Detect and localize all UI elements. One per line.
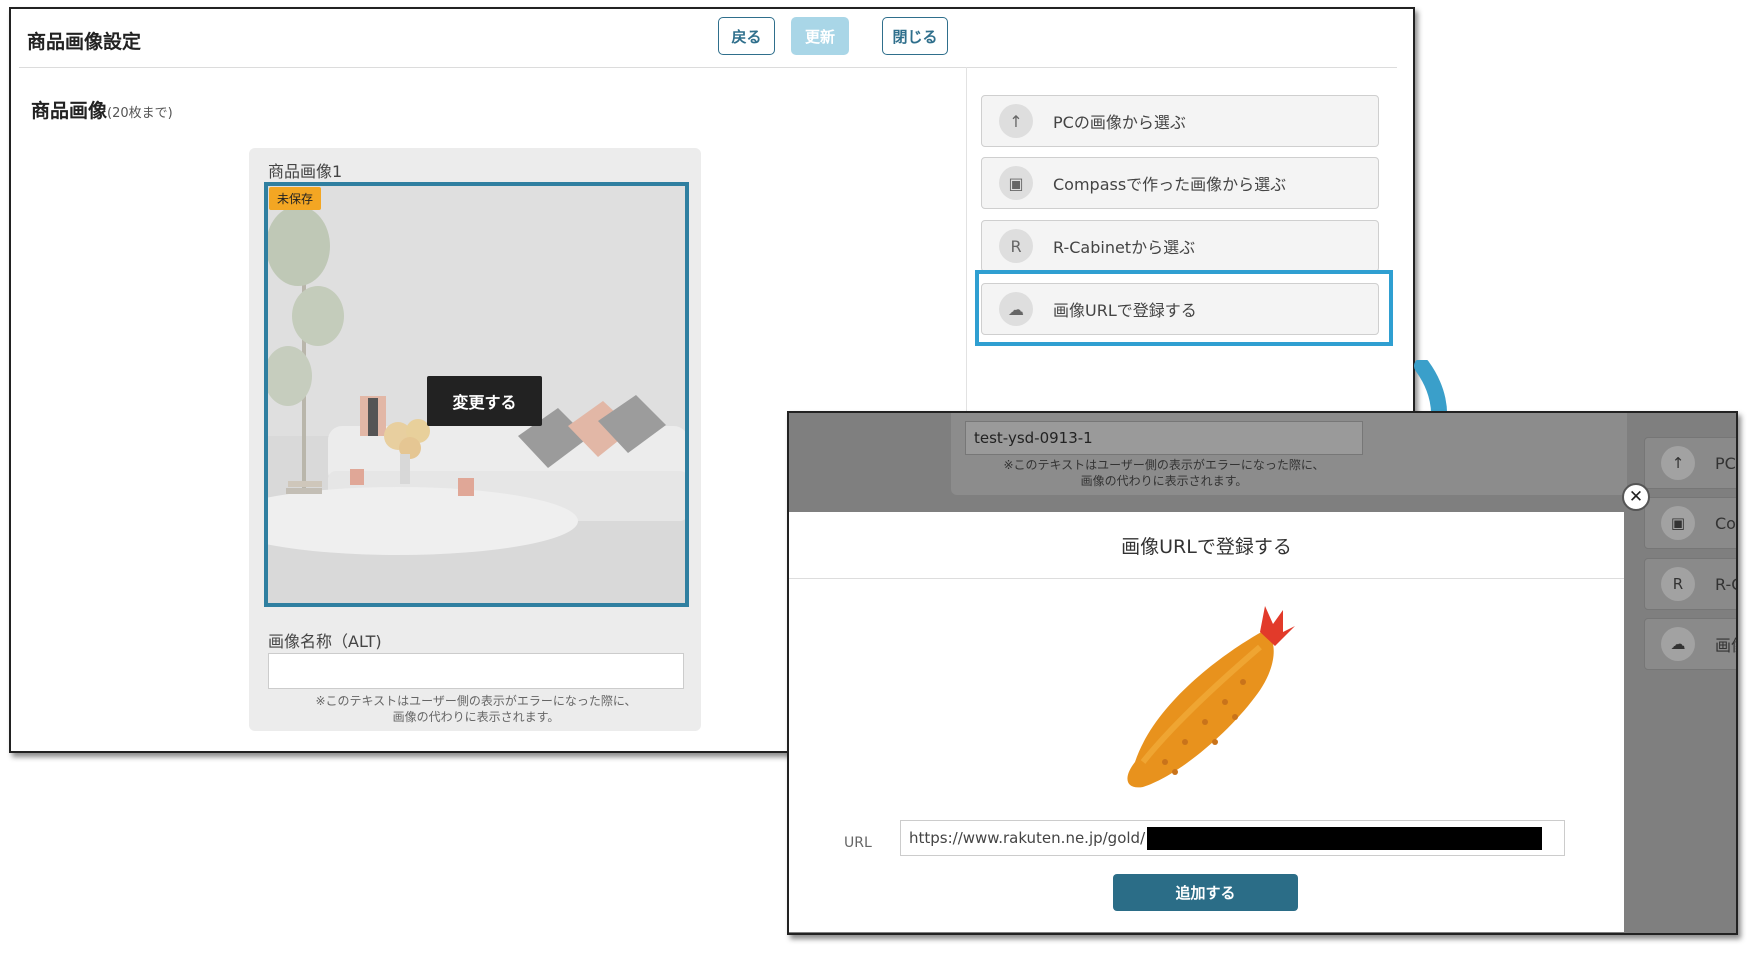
option-compass-image[interactable]: ▣ Compassで作った画像から選ぶ xyxy=(981,157,1379,209)
cloud-icon: ☁ xyxy=(1661,627,1695,661)
change-image-button[interactable]: 変更する xyxy=(427,376,542,426)
url-dialog: 画像URLで登録する URL https://www.rakuten.ne.jp… xyxy=(789,512,1624,932)
r-letter-icon: R xyxy=(999,229,1033,263)
background-option-r-cabinet: R R-C xyxy=(1644,558,1736,610)
background-note-line2: 画像の代わりに表示されます。 xyxy=(1080,474,1248,488)
image-icon: ▣ xyxy=(999,166,1033,200)
section-title-text: 商品画像 xyxy=(31,100,108,122)
image-icon: ▣ xyxy=(1661,506,1695,540)
option-label: R-Cabinetから選ぶ xyxy=(1053,238,1196,257)
image-card-label: 商品画像1 xyxy=(268,162,343,181)
url-register-screenshot: test-ysd-0913-1 ※このテキストはユーザー側の表示がエラーになった… xyxy=(787,411,1738,935)
page-title: 商品画像設定 xyxy=(27,31,142,53)
unsaved-badge: 未保存 xyxy=(269,187,322,210)
background-option-label: PC xyxy=(1715,453,1736,473)
url-value: https://www.rakuten.ne.jp/gold/ xyxy=(909,829,1146,847)
background-option-url: ☁ 画像 xyxy=(1644,618,1736,670)
alt-input[interactable] xyxy=(268,653,684,689)
background-alt-input: test-ysd-0913-1 xyxy=(965,421,1363,455)
background-alt-note: ※このテキストはユーザー側の表示がエラーになった際に、 画像の代わりに表示されま… xyxy=(965,457,1363,489)
url-input[interactable]: https://www.rakuten.ne.jp/gold/ xyxy=(900,820,1565,856)
redacted-block xyxy=(1147,826,1543,850)
alt-note-line2: 画像の代わりに表示されます。 xyxy=(392,710,560,724)
r-letter-icon: R xyxy=(1661,567,1695,601)
background-option-compass: ▣ Co xyxy=(1644,497,1736,549)
background-option-pc: ↑ PC xyxy=(1644,437,1736,489)
option-label: Compassで作った画像から選ぶ xyxy=(1053,175,1287,194)
option-highlight-box xyxy=(975,270,1393,346)
background-option-label: 画像 xyxy=(1715,636,1736,655)
alt-note: ※このテキストはユーザー側の表示がエラーになった際に、 画像の代わりに表示されま… xyxy=(268,693,684,725)
alt-label: 画像名称（ALT) xyxy=(268,632,382,651)
fried-shrimp-image xyxy=(1127,606,1295,788)
url-label: URL xyxy=(844,835,872,851)
option-r-cabinet[interactable]: R R-Cabinetから選ぶ xyxy=(981,220,1379,272)
option-label: PCの画像から選ぶ xyxy=(1053,113,1186,132)
option-pc-image[interactable]: ↑ PCの画像から選ぶ xyxy=(981,95,1379,147)
alt-note-line1: ※このテキストはユーザー側の表示がエラーになった際に、 xyxy=(315,694,637,708)
section-limit: (20枚まで) xyxy=(107,106,173,121)
add-button[interactable]: 追加する xyxy=(1113,874,1298,911)
dialog-title: 画像URLで登録する xyxy=(1121,536,1292,558)
background-option-label: Co xyxy=(1715,513,1736,533)
close-button[interactable]: 閉じる xyxy=(882,17,948,55)
back-button[interactable]: 戻る xyxy=(718,17,775,55)
background-option-label: R-C xyxy=(1715,574,1736,594)
section-title: 商品画像(20枚まで) xyxy=(31,96,173,123)
arrow-up-icon: ↑ xyxy=(1661,446,1695,480)
dialog-divider xyxy=(789,578,1624,579)
close-icon[interactable]: ✕ xyxy=(1622,483,1650,511)
header-divider xyxy=(19,67,1397,68)
arrow-up-icon: ↑ xyxy=(999,104,1033,138)
update-button[interactable]: 更新 xyxy=(791,17,849,55)
background-note-line1: ※このテキストはユーザー側の表示がエラーになった際に、 xyxy=(1003,458,1325,472)
